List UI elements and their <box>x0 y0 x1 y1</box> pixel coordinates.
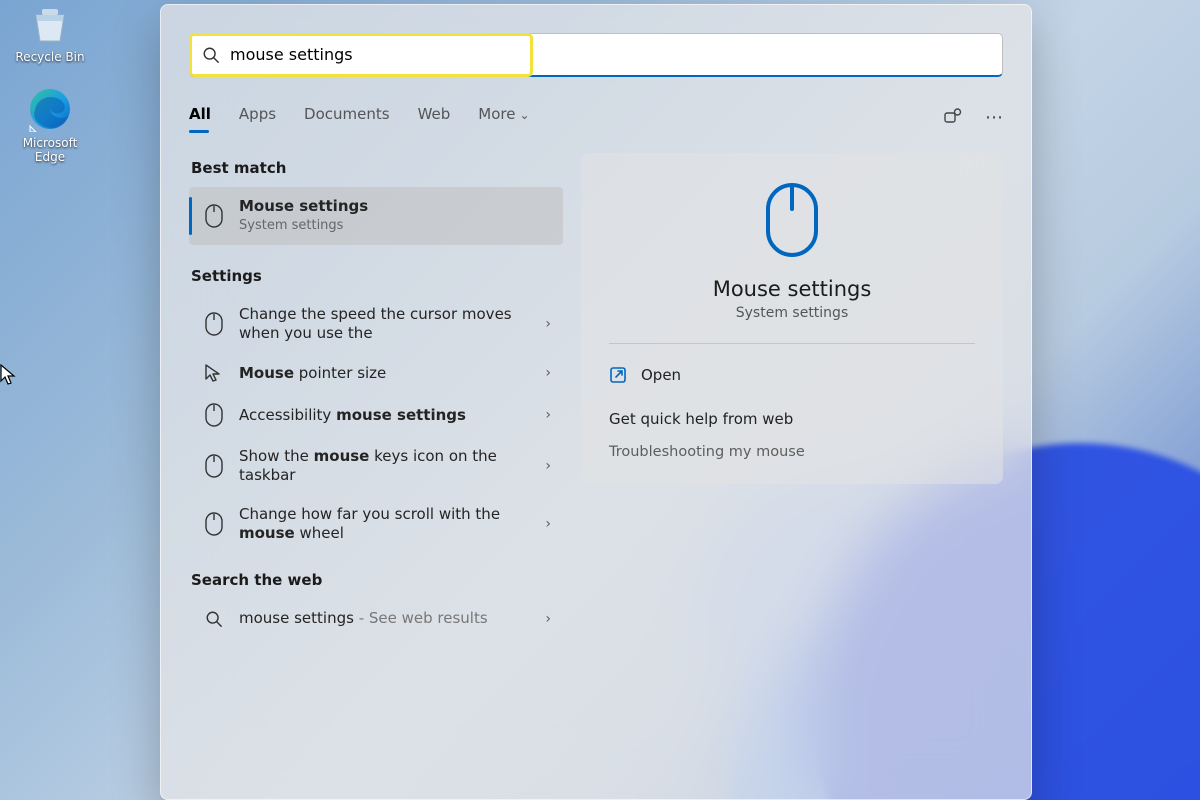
scope-more-label: More <box>478 105 515 123</box>
recycle-bin-icon <box>27 0 73 46</box>
desktop-icon-edge[interactable]: Microsoft Edge <box>8 86 92 164</box>
chevron-down-icon: ⌄ <box>519 108 529 122</box>
help-link-troubleshoot[interactable]: Troubleshooting my mouse <box>609 444 975 460</box>
result-web-search[interactable]: mouse settings - See web results › <box>189 599 563 638</box>
section-settings: Settings <box>191 267 563 285</box>
scope-more[interactable]: More ⌄ <box>478 105 529 133</box>
search-box[interactable] <box>189 33 1003 77</box>
chevron-right-icon: › <box>545 458 551 474</box>
desktop-icon-recycle-bin[interactable]: Recycle Bin <box>8 0 92 64</box>
open-action[interactable]: Open <box>609 362 975 388</box>
result-setting[interactable]: Change the speed the cursor moves when y… <box>189 295 563 353</box>
search-input[interactable] <box>230 45 430 64</box>
chevron-right-icon: › <box>545 611 551 627</box>
mouse-icon <box>203 312 225 336</box>
result-setting[interactable]: Change how far you scroll with the mouse… <box>189 495 563 553</box>
cursor-icon <box>0 364 16 386</box>
mouse-icon <box>764 181 820 259</box>
divider <box>609 343 975 344</box>
results-column: Best match Mouse settings System setting… <box>189 153 563 638</box>
search-icon <box>202 46 220 64</box>
chevron-right-icon: › <box>545 365 551 381</box>
pointer-icon <box>203 363 225 383</box>
result-text: Accessibility mouse settings <box>239 406 531 425</box>
result-setting[interactable]: Accessibility mouse settings › <box>189 393 563 437</box>
search-across-devices-icon[interactable] <box>943 107 963 132</box>
desktop-icon-label: Microsoft Edge <box>23 136 78 164</box>
scope-all[interactable]: All <box>189 105 211 133</box>
result-text: Change the speed the cursor moves when y… <box>239 305 531 343</box>
open-label: Open <box>641 366 681 384</box>
mouse-icon <box>203 204 225 228</box>
scope-documents[interactable]: Documents <box>304 105 390 133</box>
mouse-icon <box>203 454 225 478</box>
web-suffix: - See web results <box>354 609 488 627</box>
chevron-right-icon: › <box>545 516 551 532</box>
preview-subtitle: System settings <box>609 305 975 321</box>
result-text: Show the mouse keys icon on the taskbar <box>239 447 531 485</box>
result-title: Mouse settings <box>239 197 551 216</box>
mouse-icon <box>203 403 225 427</box>
scope-apps[interactable]: Apps <box>239 105 276 133</box>
section-best-match: Best match <box>191 159 563 177</box>
start-search-panel: All Apps Documents Web More ⌄ ⋯ Best matc… <box>160 4 1032 800</box>
result-subtitle: System settings <box>239 216 551 235</box>
mouse-icon <box>203 512 225 536</box>
edge-icon <box>27 86 73 132</box>
desktop: Recycle Bin Microsoft Edge <box>0 0 1200 800</box>
result-best-match[interactable]: Mouse settings System settings <box>189 187 563 245</box>
chevron-right-icon: › <box>545 407 551 423</box>
preview-card: Mouse settings System settings Open Get … <box>581 153 1003 484</box>
quick-help-title: Get quick help from web <box>609 410 975 428</box>
more-options-icon[interactable]: ⋯ <box>985 107 1003 132</box>
web-query: mouse settings <box>239 609 354 627</box>
search-scope-tabs: All Apps Documents Web More ⌄ ⋯ <box>189 105 1003 133</box>
chevron-right-icon: › <box>545 316 551 332</box>
result-text: Mouse pointer size <box>239 364 531 383</box>
preview-title: Mouse settings <box>609 277 975 301</box>
scope-web[interactable]: Web <box>418 105 451 133</box>
open-icon <box>609 366 627 384</box>
section-search-web: Search the web <box>191 571 563 589</box>
result-setting[interactable]: Show the mouse keys icon on the taskbar › <box>189 437 563 495</box>
preview-column: Mouse settings System settings Open Get … <box>581 153 1003 638</box>
result-setting[interactable]: Mouse pointer size › <box>189 353 563 393</box>
search-icon <box>203 610 225 628</box>
desktop-icon-label: Recycle Bin <box>15 50 84 64</box>
result-text: Change how far you scroll with the mouse… <box>239 505 531 543</box>
